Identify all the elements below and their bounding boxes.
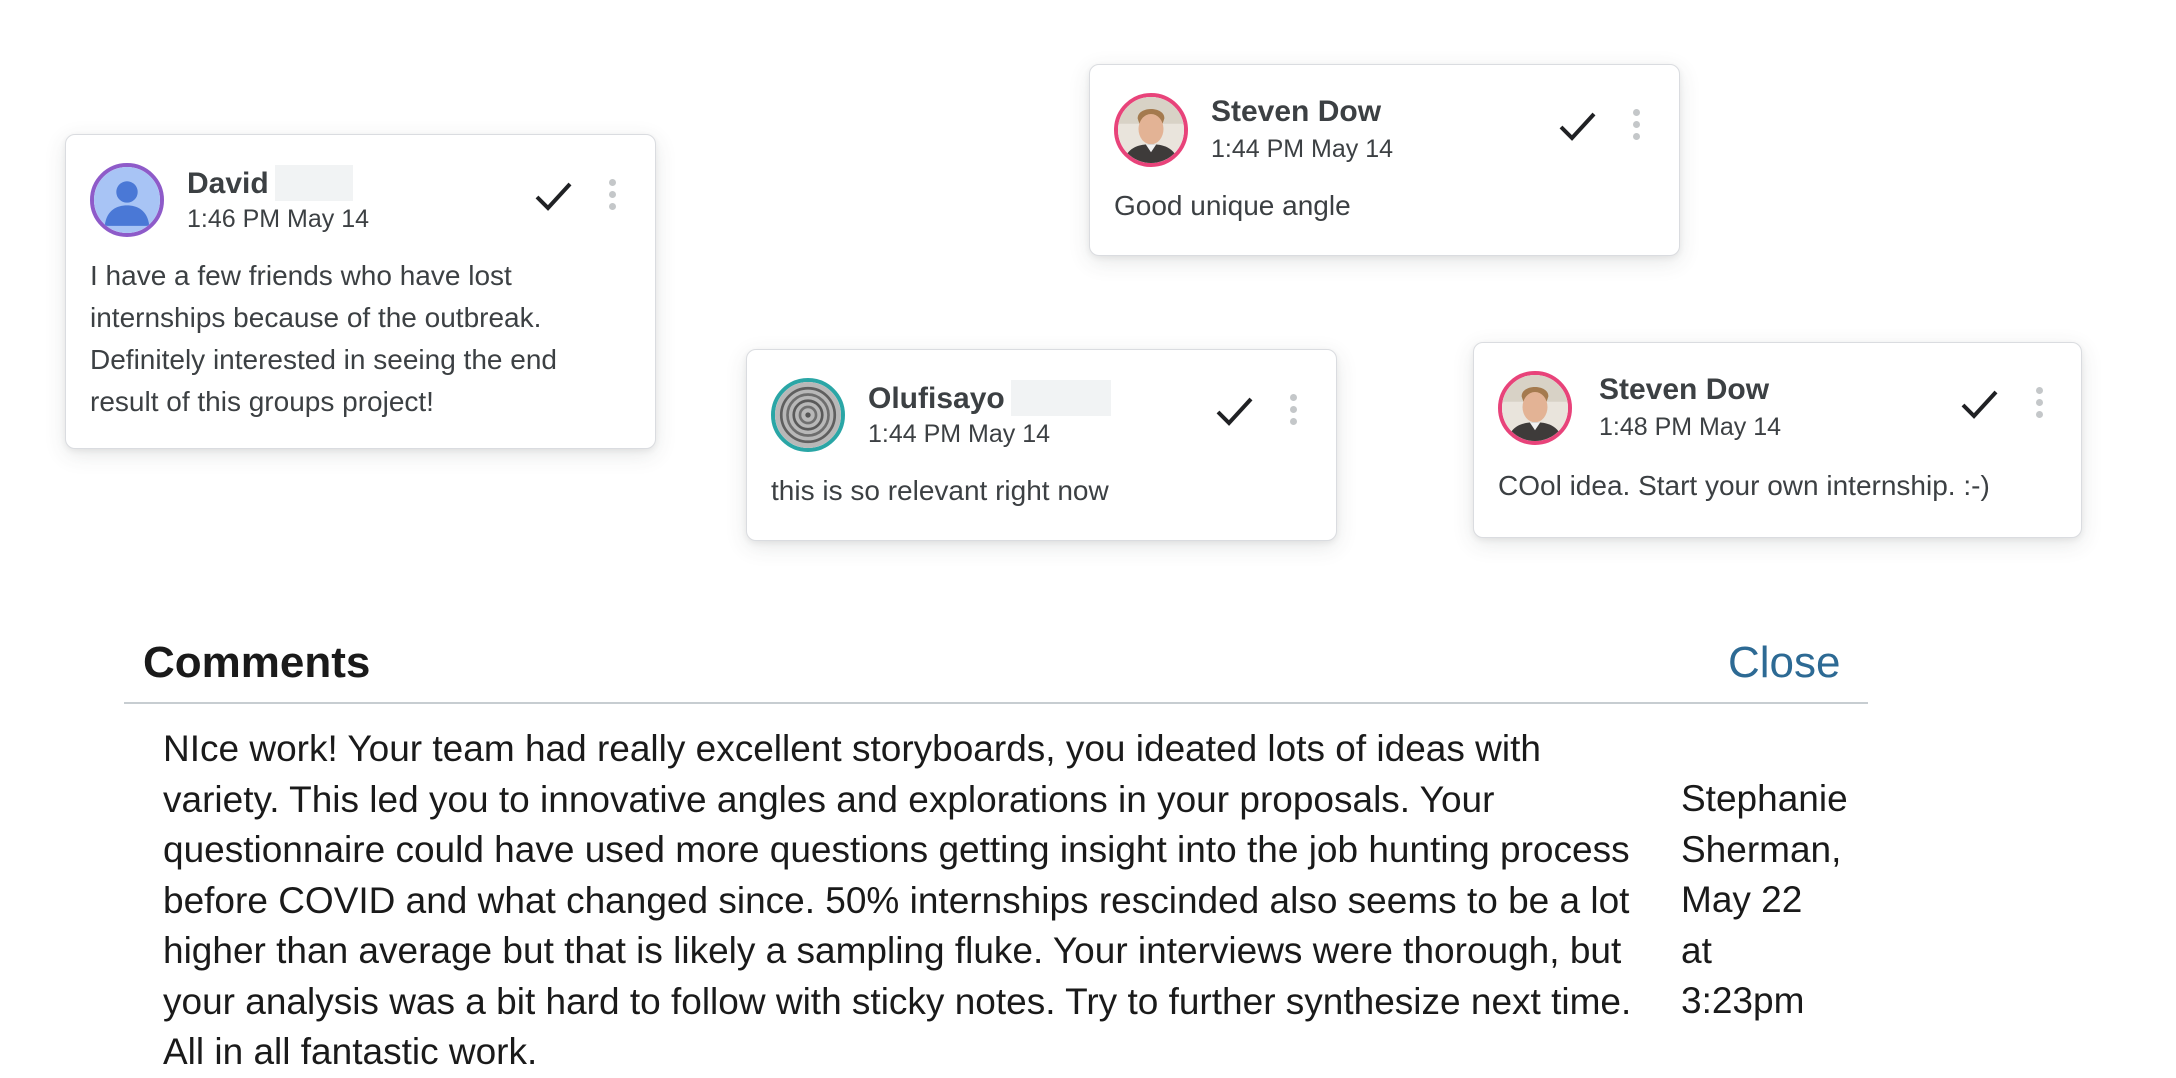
author-name: David (187, 165, 353, 201)
more-vertical-icon[interactable] (607, 179, 617, 215)
comment-date: May 22 (1681, 879, 1803, 920)
comment-text: Good unique angle (1114, 190, 1351, 221)
redacted-surname (1010, 380, 1111, 416)
feedback-comment-text: NIce work! Your team had really excellen… (163, 728, 1632, 1072)
comment-timestamp: 1:44 PM May 14 (868, 420, 1051, 448)
more-vertical-icon[interactable] (1631, 109, 1641, 145)
checkmark-icon[interactable] (1212, 392, 1256, 432)
comment-timestamp: 1:48 PM May 14 (1599, 413, 1782, 441)
comment-text: this is so relevant right now (771, 475, 1109, 506)
comment-at: at (1681, 929, 1712, 971)
more-vertical-icon[interactable] (2034, 387, 2044, 423)
comment-text: I have a few friends who have lost inter… (90, 260, 557, 417)
comment-text: COol idea. Start your own internship. :-… (1498, 470, 1990, 501)
comment-card-steven-dow-2[interactable]: Steven Dow 1:48 PM May 14 COol idea. Sta… (1473, 342, 2082, 538)
redacted-surname (274, 165, 353, 201)
comments-heading: Comments (143, 638, 371, 687)
comment-card-david[interactable]: David 1:46 PM May 14 I have a few friend… (65, 134, 656, 449)
comment-card-olufisayo[interactable]: Olufisayo 1:44 PM May 14 this is so rele… (746, 349, 1337, 541)
author-name: Steven Dow (1211, 95, 1382, 128)
more-vertical-icon[interactable] (1288, 394, 1298, 430)
divider (124, 702, 1868, 704)
comment-time: 3:23pm (1681, 980, 1805, 1021)
checkmark-icon[interactable] (1555, 107, 1599, 147)
author-name: Olufisayo (868, 380, 1111, 416)
comment-timestamp: 1:46 PM May 14 (187, 205, 370, 233)
checkmark-icon[interactable] (1957, 385, 2001, 425)
comment-author: Stephanie Sherman, (1681, 778, 1848, 870)
checkmark-icon[interactable] (531, 177, 575, 217)
author-name: Steven Dow (1599, 373, 1770, 406)
comment-timestamp: 1:44 PM May 14 (1211, 135, 1394, 163)
steven-dow-avatar (1114, 93, 1188, 167)
comment-meta: Stephanie Sherman, May 22 at 3:23pm (1681, 774, 1881, 1027)
close-link[interactable]: Close (1728, 638, 1841, 688)
comment-card-steven-dow-1[interactable]: Steven Dow 1:44 PM May 14 Good unique an… (1089, 64, 1680, 256)
steven-dow-avatar (1498, 371, 1572, 445)
olufisayo-avatar (771, 378, 845, 452)
default-avatar-icon (90, 163, 164, 237)
